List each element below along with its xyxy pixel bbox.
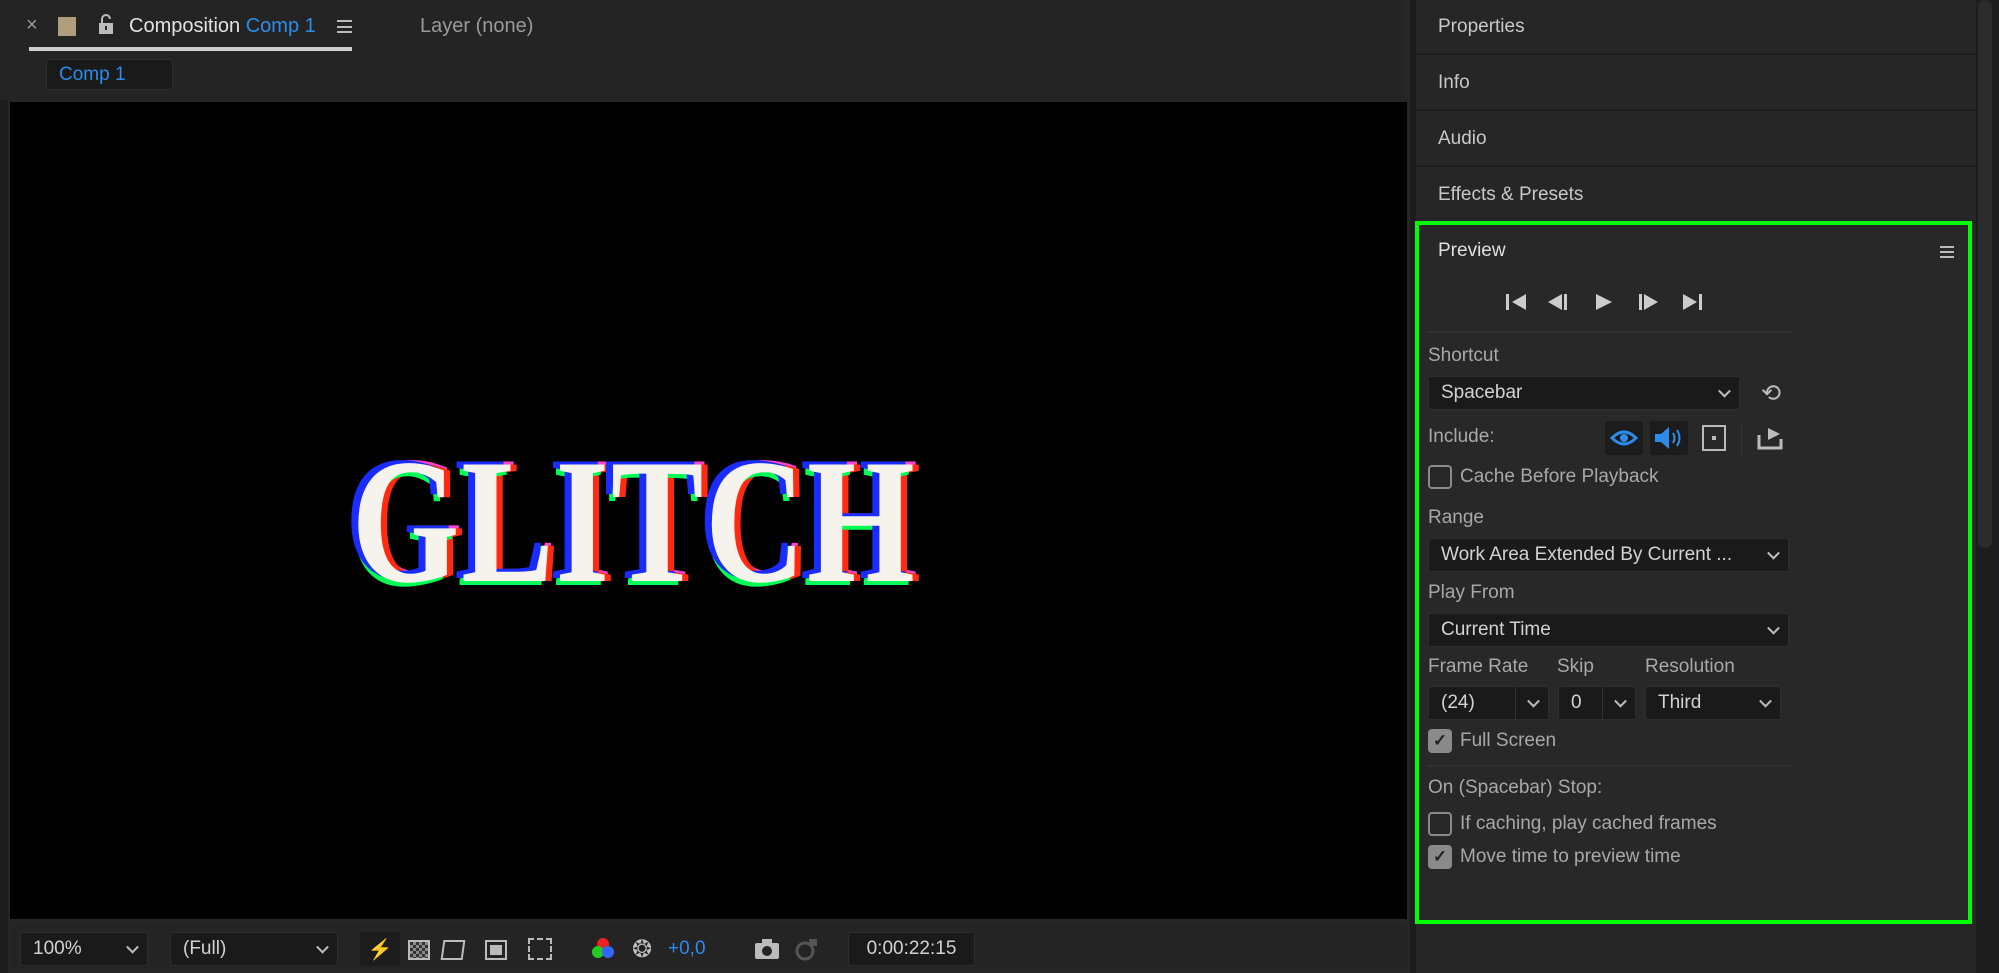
- panel-label: Info: [1438, 71, 1470, 93]
- preview-menu-icon[interactable]: [1940, 246, 1954, 258]
- first-frame-button[interactable]: [1505, 292, 1527, 318]
- lock-icon[interactable]: [97, 13, 115, 35]
- preview-title: Preview: [1438, 240, 1506, 261]
- last-frame-button[interactable]: [1682, 292, 1704, 318]
- preview-resolution-value: Third: [1658, 692, 1702, 713]
- panel-properties[interactable]: Properties: [1416, 0, 1976, 55]
- external-output-icon[interactable]: [1756, 425, 1784, 457]
- shortcut-value: Spacebar: [1441, 382, 1523, 403]
- tab-prefix: Composition: [129, 15, 241, 37]
- panel-label: Audio: [1438, 127, 1487, 149]
- shortcut-dropdown[interactable]: Spacebar: [1428, 376, 1740, 410]
- frame-rate-value: (24): [1441, 692, 1475, 713]
- comp-breadcrumb-label: Comp 1: [59, 63, 126, 85]
- panel-menu-icon[interactable]: [337, 20, 352, 33]
- preview-resolution-dropdown[interactable]: Third: [1645, 686, 1781, 720]
- next-frame-button[interactable]: [1638, 292, 1660, 318]
- frame-rate-dropdown[interactable]: (24): [1428, 686, 1549, 720]
- checkbox-box: ✓: [1428, 729, 1452, 753]
- panel-audio[interactable]: Audio: [1416, 112, 1976, 167]
- region-of-interest-icon[interactable]: [485, 940, 507, 960]
- divider: [1428, 331, 1791, 333]
- composition-viewer[interactable]: GLITCH: [10, 102, 1407, 919]
- divider: [1741, 421, 1742, 457]
- shortcut-label: Shortcut: [1428, 345, 1499, 366]
- frame-rate-label: Frame Rate: [1428, 656, 1529, 677]
- checkbox-box: [1428, 812, 1452, 836]
- eye-icon: [1610, 430, 1638, 446]
- fast-previews-icon[interactable]: ⚡: [360, 932, 400, 966]
- zoom-value: 100%: [33, 938, 82, 959]
- play-from-dropdown[interactable]: Current Time: [1428, 613, 1789, 647]
- panel-info[interactable]: Info: [1416, 56, 1976, 111]
- range-value: Work Area Extended By Current ...: [1441, 544, 1733, 565]
- color-channels-icon[interactable]: [590, 936, 616, 962]
- skip-label: Skip: [1557, 656, 1594, 677]
- composition-tab[interactable]: Composition Comp 1: [129, 15, 316, 38]
- checkbox-label: Move time to preview time: [1460, 846, 1681, 867]
- speaker-icon: [1655, 427, 1681, 449]
- full-screen-checkbox[interactable]: ✓ Full Screen: [1428, 729, 1556, 753]
- glitch-text: GLITCH: [351, 421, 917, 620]
- if-caching-checkbox[interactable]: If caching, play cached frames: [1428, 812, 1717, 836]
- previous-frame-button[interactable]: [1547, 292, 1569, 318]
- panel-effects-presets[interactable]: Effects & Presets: [1416, 168, 1976, 223]
- comp-color-swatch[interactable]: [58, 17, 76, 36]
- right-panel-scrollbar[interactable]: [1978, 0, 1992, 548]
- zoom-dropdown[interactable]: 100%: [20, 932, 148, 966]
- current-time-display[interactable]: 0:00:22:15: [848, 932, 975, 966]
- include-overlays-toggle[interactable]: [1702, 425, 1726, 451]
- exposure-reset-icon[interactable]: ❂: [628, 935, 656, 963]
- resolution-value: (Full): [183, 938, 227, 959]
- range-dropdown[interactable]: Work Area Extended By Current ...: [1428, 538, 1789, 572]
- cache-before-playback-checkbox[interactable]: Cache Before Playback: [1428, 465, 1659, 489]
- panel-label: Effects & Presets: [1438, 183, 1584, 205]
- skip-value: 0: [1571, 692, 1582, 713]
- timecode: 0:00:22:15: [866, 938, 957, 959]
- snapshot-icon[interactable]: [754, 938, 780, 960]
- transparency-grid-icon[interactable]: [408, 940, 430, 960]
- checkbox-box: ✓: [1428, 845, 1452, 869]
- range-label: Range: [1428, 507, 1484, 528]
- checkbox-box: [1428, 465, 1452, 489]
- layer-tab[interactable]: Layer (none): [420, 15, 533, 38]
- play-from-value: Current Time: [1441, 619, 1551, 640]
- checkbox-label: Cache Before Playback: [1460, 466, 1659, 487]
- show-snapshot-icon[interactable]: [794, 936, 820, 962]
- play-button[interactable]: [1594, 292, 1614, 318]
- exposure-value[interactable]: +0,0: [668, 938, 706, 960]
- guides-icon[interactable]: [528, 938, 552, 960]
- include-audio-toggle[interactable]: [1650, 421, 1688, 455]
- active-tab-underline: [29, 47, 352, 51]
- tab-comp-name: Comp 1: [245, 15, 316, 37]
- panel-label: Properties: [1438, 15, 1525, 37]
- divider: [1428, 765, 1791, 767]
- checkbox-label: Full Screen: [1460, 730, 1557, 751]
- on-stop-label: On (Spacebar) Stop:: [1428, 777, 1603, 798]
- viewer-text-layer: GLITCH: [10, 102, 1407, 919]
- move-time-checkbox[interactable]: ✓ Move time to preview time: [1428, 845, 1681, 869]
- include-label: Include:: [1428, 426, 1495, 447]
- mask-visibility-icon[interactable]: [440, 940, 466, 960]
- close-tab-icon[interactable]: ×: [26, 14, 38, 37]
- checkbox-label: If caching, play cached frames: [1460, 813, 1717, 834]
- skip-dropdown[interactable]: 0: [1558, 686, 1636, 720]
- comp-breadcrumb[interactable]: Comp 1: [46, 59, 173, 90]
- resolution-label: Resolution: [1645, 656, 1735, 677]
- resolution-dropdown[interactable]: (Full): [170, 932, 338, 966]
- include-video-toggle[interactable]: [1605, 421, 1643, 455]
- reset-icon[interactable]: ⟲: [1756, 378, 1786, 408]
- play-from-label: Play From: [1428, 582, 1515, 603]
